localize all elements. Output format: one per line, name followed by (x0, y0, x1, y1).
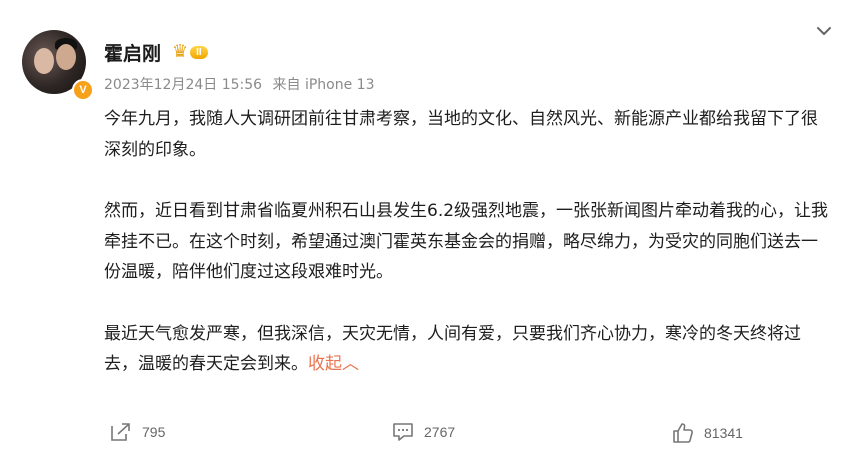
collapse-label: 收起 (308, 354, 342, 374)
share-count: 795 (142, 424, 166, 440)
like-count: 81341 (704, 425, 743, 441)
post-paragraph-3-text: 最近天气愈发严寒，但我深信，天灾无情，人间有爱，只要我们齐心协力，寒冷的冬天终将… (104, 323, 801, 375)
like-button[interactable]: 81341 (672, 422, 743, 444)
verified-badge-icon: V (72, 79, 94, 101)
comment-count: 2767 (424, 424, 456, 440)
level-label: II (190, 45, 208, 59)
collapse-link[interactable]: 收起︿ (308, 354, 359, 374)
crown-icon: ♛ (172, 41, 189, 62)
post-body: 今年九月，我随人大调研团前往甘肃考察，当地的文化、自然风光、新能源产业都给我留下… (104, 104, 830, 380)
member-level-badge[interactable]: ♛ II (172, 42, 208, 62)
share-icon (111, 423, 130, 441)
share-button[interactable]: 795 (110, 422, 165, 442)
chevron-down-icon[interactable] (812, 22, 836, 46)
avatar-face-right (56, 44, 76, 70)
post-paragraph-2: 然而，近日看到甘肃省临夏州积石山县发生6.2级强烈地震，一张张新闻图片牵动着我的… (104, 201, 829, 282)
thumbs-up-icon (673, 423, 693, 443)
post-source: 来自 iPhone 13 (272, 77, 375, 93)
comment-button[interactable]: 2767 (392, 422, 455, 442)
post-paragraph-3: 最近天气愈发严寒，但我深信，天灾无情，人间有爱，只要我们齐心协力，寒冷的冬天终将… (104, 319, 830, 380)
post-timestamp[interactable]: 2023年12月24日 15:56 (104, 77, 262, 93)
post-meta: 2023年12月24日 15:56 来自 iPhone 13 (104, 74, 381, 94)
chevron-up-icon: ︿ (342, 354, 359, 374)
weibo-post-card: V 霍启刚 ♛ II 2023年12月24日 15:56 来自 iPhone 1… (0, 0, 850, 458)
avatar-face-left (34, 48, 54, 74)
post-action-bar: 795 2767 81341 (0, 414, 850, 454)
username[interactable]: 霍启刚 (104, 39, 161, 66)
comment-icon (393, 423, 413, 441)
post-paragraph-1: 今年九月，我随人大调研团前往甘肃考察，当地的文化、自然风光、新能源产业都给我留下… (104, 109, 818, 160)
